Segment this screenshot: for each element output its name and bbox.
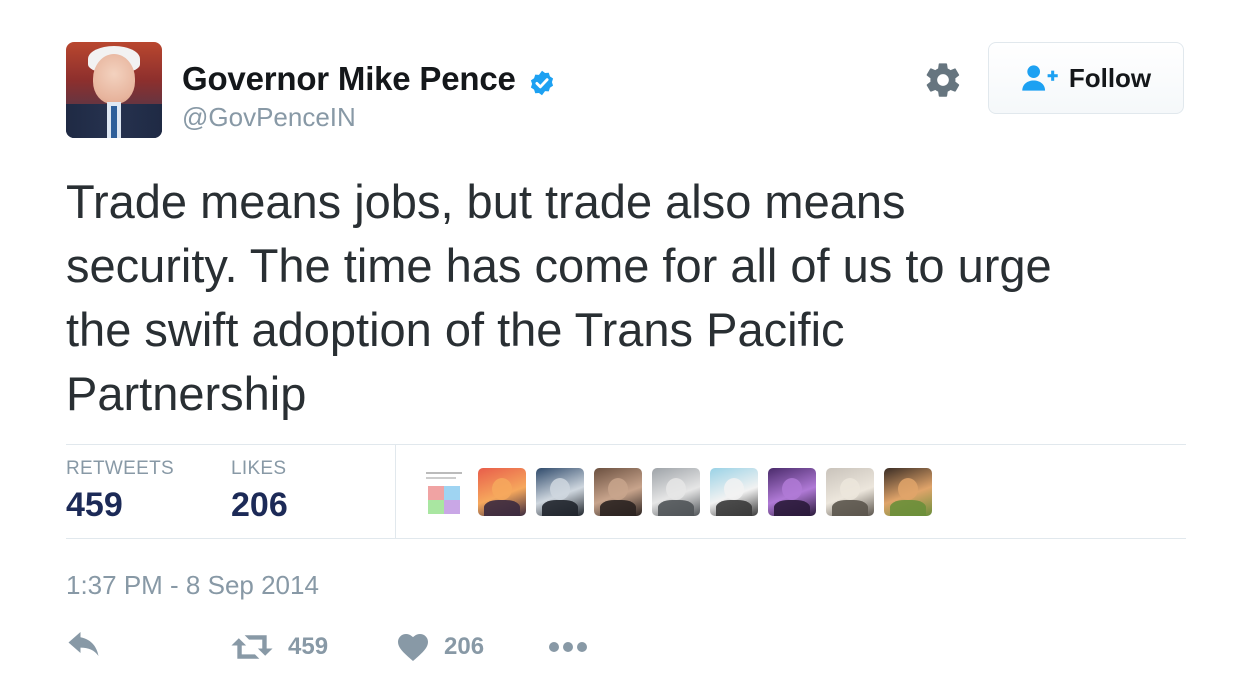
likes-label: LIKES — [231, 458, 287, 479]
liker-avatar[interactable] — [710, 468, 758, 516]
retweets-count: 459 — [66, 486, 123, 524]
liker-avatars — [420, 468, 932, 516]
retweet-button[interactable]: 459 — [230, 632, 328, 662]
retweet-count: 459 — [288, 633, 329, 660]
retweets-label: RETWEETS — [66, 458, 174, 479]
liker-avatar[interactable] — [884, 468, 932, 516]
likes-stat[interactable]: LIKES 206 — [231, 458, 288, 525]
add-user-icon — [1022, 65, 1058, 91]
liker-avatar[interactable] — [536, 468, 584, 516]
heart-icon — [398, 634, 428, 662]
gear-icon[interactable] — [923, 60, 963, 100]
tweet-header: Governor Mike Pence @GovPenceIN Follow — [66, 42, 1186, 138]
follow-button-label: Follow — [1068, 62, 1152, 93]
retweet-icon — [231, 635, 273, 659]
follow-button[interactable]: Follow — [988, 42, 1184, 114]
reply-icon — [68, 632, 99, 656]
likes-count: 206 — [231, 486, 288, 524]
liker-avatar[interactable] — [420, 468, 468, 516]
retweets-stat[interactable]: RETWEETS 459 — [66, 458, 174, 525]
liker-avatar[interactable] — [768, 468, 816, 516]
like-count: 206 — [444, 633, 485, 660]
liker-avatar[interactable] — [594, 468, 642, 516]
stats-top-divider — [66, 444, 1186, 445]
author-handle[interactable]: @GovPenceIN — [182, 102, 356, 133]
liker-avatar[interactable] — [652, 468, 700, 516]
reply-button[interactable] — [66, 632, 104, 662]
avatar[interactable] — [66, 42, 162, 138]
more-button[interactable] — [548, 632, 588, 662]
tweet-timestamp[interactable]: 1:37 PM - 8 Sep 2014 — [66, 570, 319, 601]
verified-badge-icon — [531, 70, 554, 96]
author-display-name[interactable]: Governor Mike Pence — [182, 60, 516, 97]
author-name-row: Governor Mike Pence — [182, 60, 556, 100]
more-dots-icon — [549, 642, 587, 652]
stats-vertical-divider — [395, 445, 396, 539]
like-button[interactable]: 206 — [396, 632, 484, 662]
liker-avatar[interactable] — [826, 468, 874, 516]
tweet-text: Trade means jobs, but trade also means s… — [66, 175, 1052, 420]
stats-bottom-divider — [66, 538, 1186, 539]
liker-avatar[interactable] — [478, 468, 526, 516]
